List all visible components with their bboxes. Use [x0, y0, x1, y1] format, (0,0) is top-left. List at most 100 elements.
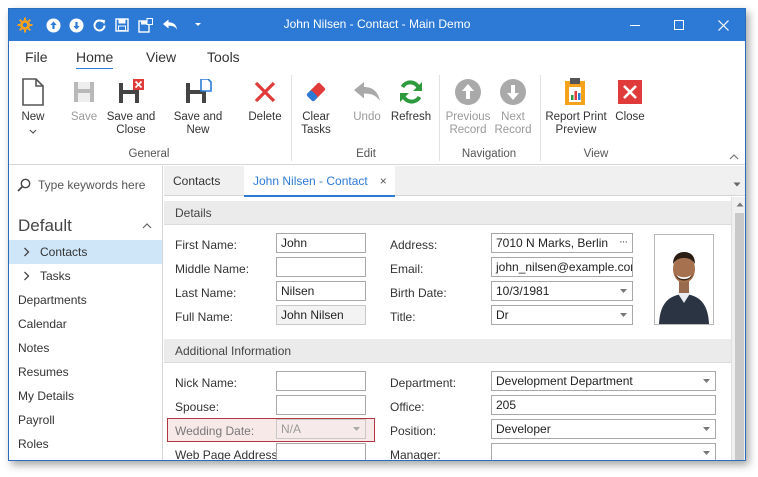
address-value: 7010 N Marks, Berlin 9... — [496, 236, 608, 250]
tab-view[interactable]: View — [146, 49, 176, 65]
position-value: Developer — [496, 422, 551, 436]
collapse-ribbon-button[interactable] — [729, 151, 739, 163]
manager-label: Manager: — [390, 448, 441, 461]
manager-field[interactable] — [491, 443, 716, 460]
group-label-navigation: Navigation — [461, 148, 517, 160]
group-label-general: General — [128, 148, 170, 160]
tab-contacts[interactable]: Contacts — [164, 166, 244, 196]
save-button[interactable]: Save — [66, 75, 102, 124]
position-field[interactable]: Developer — [491, 419, 716, 439]
address-ellipsis-button[interactable]: ··· — [619, 236, 628, 248]
contact-photo[interactable] — [654, 234, 714, 325]
person-photo-icon — [655, 235, 713, 324]
nick-name-field[interactable] — [276, 371, 366, 391]
close-window-button[interactable] — [701, 9, 745, 41]
close-button[interactable]: Close — [612, 75, 648, 124]
address-field[interactable]: 7010 N Marks, Berlin 9... ··· — [491, 233, 633, 253]
save-and-close-button[interactable]: Save and Close — [106, 75, 156, 137]
close-tab-icon[interactable]: × — [380, 174, 387, 188]
app-gear-icon[interactable] — [16, 16, 34, 34]
next-record-button[interactable]: Next Record — [490, 75, 536, 137]
nav-item-departments[interactable]: Departments — [9, 288, 162, 312]
upload-icon[interactable] — [44, 16, 62, 34]
nav-item-contacts[interactable]: Contacts — [9, 240, 162, 264]
title-label: Title: — [390, 310, 416, 324]
maximize-button[interactable] — [657, 9, 701, 41]
maximize-icon — [674, 20, 684, 30]
ribbon-separator — [439, 75, 440, 161]
nav-item-calendar[interactable]: Calendar — [9, 312, 162, 336]
download-icon[interactable] — [67, 16, 85, 34]
undo-icon — [354, 82, 380, 101]
scrollbar-thumb[interactable] — [735, 213, 744, 460]
nav-item-label: Payroll — [18, 413, 55, 427]
birth-date-field[interactable]: 10/3/1981 — [491, 281, 633, 301]
close-icon — [717, 19, 729, 31]
nav-item-label: Roles — [18, 437, 49, 451]
email-field[interactable]: john_nilsen@example.com — [491, 257, 633, 277]
nav-item-payroll[interactable]: Payroll — [9, 408, 162, 432]
report-print-preview-label: Report Print Preview — [545, 111, 607, 136]
vertical-scrollbar[interactable] — [731, 197, 745, 460]
navigation-pane: Type keywords here Default Contacts Task… — [9, 166, 163, 460]
refresh-icon[interactable] — [90, 16, 108, 34]
email-label: Email: — [390, 262, 424, 276]
chevron-right-icon — [24, 271, 30, 281]
spouse-field[interactable] — [276, 395, 366, 415]
minimize-button[interactable] — [613, 9, 657, 41]
undo-label: Undo — [353, 111, 381, 123]
ribbon-tabs: File Home View Tools — [9, 41, 745, 70]
title-field[interactable]: Dr — [491, 305, 633, 325]
delete-button[interactable]: Delete — [245, 75, 285, 124]
nav-group-collapse[interactable] — [142, 220, 152, 232]
web-page-address-field[interactable] — [276, 443, 366, 460]
nav-item-roles[interactable]: Roles — [9, 432, 162, 456]
clear-tasks-button[interactable]: Clear Tasks — [296, 75, 336, 137]
search-placeholder: Type keywords here — [38, 178, 146, 192]
ribbon-separator — [540, 75, 541, 161]
save-new-icon — [186, 79, 212, 103]
wedding-date-label: Wedding Date: — [175, 424, 255, 438]
undo-icon[interactable] — [161, 16, 179, 34]
nav-item-label: Departments — [18, 293, 87, 307]
customize-dropdown-icon[interactable] — [189, 16, 207, 34]
tab-tools[interactable]: Tools — [207, 49, 240, 65]
last-name-field[interactable]: Nilsen — [276, 281, 366, 301]
nav-item-resumes[interactable]: Resumes — [9, 360, 162, 384]
document-tabs: Contacts John Nilsen - Contact × — [164, 166, 745, 197]
department-field[interactable]: Development Department — [491, 371, 716, 391]
save-new-icon[interactable] — [136, 16, 154, 34]
chevron-down-icon — [29, 129, 37, 134]
dropdown-arrow-icon — [620, 289, 627, 293]
save-and-new-button[interactable]: Save and New — [161, 75, 235, 137]
tabs-menu-button[interactable] — [733, 178, 741, 190]
tab-home[interactable]: Home — [76, 49, 114, 70]
office-field[interactable]: 205 — [491, 395, 716, 415]
refresh-button[interactable]: Refresh — [390, 75, 432, 124]
new-button[interactable]: New — [15, 75, 51, 138]
previous-record-label: Previous Record — [445, 111, 491, 136]
chevron-down-icon — [733, 182, 741, 187]
save-close-icon — [119, 79, 144, 103]
save-icon[interactable] — [113, 16, 131, 34]
nav-item-tasks[interactable]: Tasks — [9, 264, 162, 288]
nav-group-default[interactable]: Default — [18, 216, 72, 236]
tab-file[interactable]: File — [25, 49, 48, 65]
chevron-up-icon — [729, 154, 739, 160]
minimize-icon — [630, 25, 640, 26]
ribbon: New Save Save and Close Save and New Del… — [9, 69, 745, 165]
middle-name-field[interactable] — [276, 257, 366, 277]
nav-item-label: My Details — [18, 389, 75, 403]
first-name-field[interactable]: John — [276, 233, 366, 253]
nav-item-notes[interactable]: Notes — [9, 336, 162, 360]
middle-name-label: Middle Name: — [175, 262, 250, 276]
scroll-up-icon[interactable] — [736, 202, 744, 207]
refresh-icon — [400, 80, 422, 104]
title-value: Dr — [496, 308, 509, 322]
undo-button[interactable]: Undo — [347, 75, 387, 124]
report-print-preview-button[interactable]: Report Print Preview — [544, 75, 608, 137]
search-box[interactable]: Type keywords here — [17, 178, 145, 192]
tab-john-nilsen-contact[interactable]: John Nilsen - Contact × — [244, 166, 395, 197]
previous-record-button[interactable]: Previous Record — [444, 75, 492, 137]
nav-item-my-details[interactable]: My Details — [9, 384, 162, 408]
